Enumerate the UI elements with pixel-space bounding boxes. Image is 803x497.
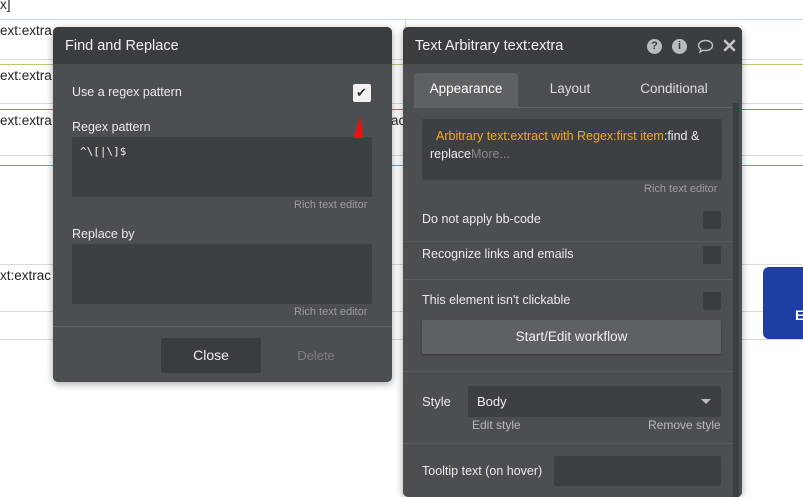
bg-divider: [0, 19, 803, 20]
tab-layout[interactable]: Layout: [526, 73, 614, 108]
rich-text-editor-link[interactable]: Rich text editor: [294, 199, 367, 211]
section-divider: [403, 443, 733, 444]
close-icon[interactable]: [723, 39, 736, 57]
tab-appearance[interactable]: Appearance: [414, 73, 518, 108]
property-editor-header[interactable]: Text Arbitrary text:extra ? i: [403, 27, 742, 64]
rich-text-editor-link[interactable]: Rich text editor: [294, 306, 367, 318]
option-label: This element isn't clickable: [422, 293, 571, 307]
tab-divider: [413, 107, 731, 108]
start-edit-workflow-button[interactable]: Start/Edit workflow: [422, 320, 721, 354]
bg-text-snippet: x]: [0, 0, 11, 12]
check-icon: ✔: [356, 85, 367, 100]
replace-by-label: Replace by: [72, 227, 135, 241]
scrollbar[interactable]: [733, 103, 739, 497]
find-replace-header[interactable]: Find and Replace: [53, 27, 392, 64]
close-button[interactable]: Close: [161, 338, 261, 373]
links-checkbox[interactable]: [703, 246, 721, 264]
replace-by-field[interactable]: [72, 244, 372, 304]
regex-toggle-label: Use a regex pattern: [72, 85, 182, 99]
comment-icon[interactable]: [697, 39, 714, 59]
section-divider: [403, 371, 733, 372]
delete-button[interactable]: Delete: [276, 338, 356, 373]
bbcode-checkbox[interactable]: [703, 211, 721, 229]
help-icon[interactable]: ?: [647, 39, 662, 54]
style-dropdown[interactable]: Body: [468, 386, 721, 417]
info-icon[interactable]: i: [672, 39, 687, 54]
style-value: Body: [477, 394, 507, 409]
canvas-blue-button[interactable]: E: [763, 267, 803, 339]
chevron-down-icon: [701, 399, 711, 404]
remove-style-link[interactable]: Remove style: [648, 418, 721, 432]
option-label: Do not apply bb-code: [422, 212, 541, 226]
tab-conditional[interactable]: Conditional: [623, 73, 725, 108]
text-expression-field[interactable]: Arbitrary text:extract with Regex:first …: [422, 119, 722, 180]
bg-text-snippet[interactable]: ext:extra: [0, 113, 52, 128]
rich-text-editor-link[interactable]: Rich text editor: [644, 183, 717, 195]
tooltip-label: Tooltip text (on hover): [422, 464, 543, 478]
footer-divider: [53, 326, 392, 327]
bg-text-snippet[interactable]: ext:extra: [0, 23, 52, 38]
bg-text-snippet[interactable]: ext:extra: [0, 68, 52, 83]
regex-checkbox[interactable]: ✔: [353, 84, 371, 102]
more-link[interactable]: More...: [471, 147, 510, 161]
regex-pattern-label: Regex pattern: [72, 120, 151, 134]
regex-pattern-field[interactable]: ^\[|\]$: [72, 137, 372, 197]
dynamic-expression[interactable]: Arbitrary text:extract with Regex:first …: [436, 129, 664, 143]
style-label: Style: [422, 394, 451, 409]
canvas-blue-button-label: E: [795, 307, 803, 323]
find-replace-dialog: Find and Replace Use a regex pattern ✔ R…: [53, 27, 392, 382]
option-label: Recognize links and emails: [422, 247, 574, 261]
property-editor-title: Text Arbitrary text:extra: [415, 38, 564, 54]
regex-pattern-value: ^\[|\]$: [80, 145, 127, 158]
not-clickable-checkbox[interactable]: [703, 292, 721, 310]
edit-style-link[interactable]: Edit style: [472, 418, 521, 432]
option-divider: [403, 279, 733, 280]
bg-text-snippet[interactable]: xt:extrac: [0, 268, 51, 283]
find-replace-title: Find and Replace: [65, 38, 179, 54]
option-divider: [403, 241, 733, 242]
property-editor: Text Arbitrary text:extra ? i Appearance…: [403, 27, 742, 497]
